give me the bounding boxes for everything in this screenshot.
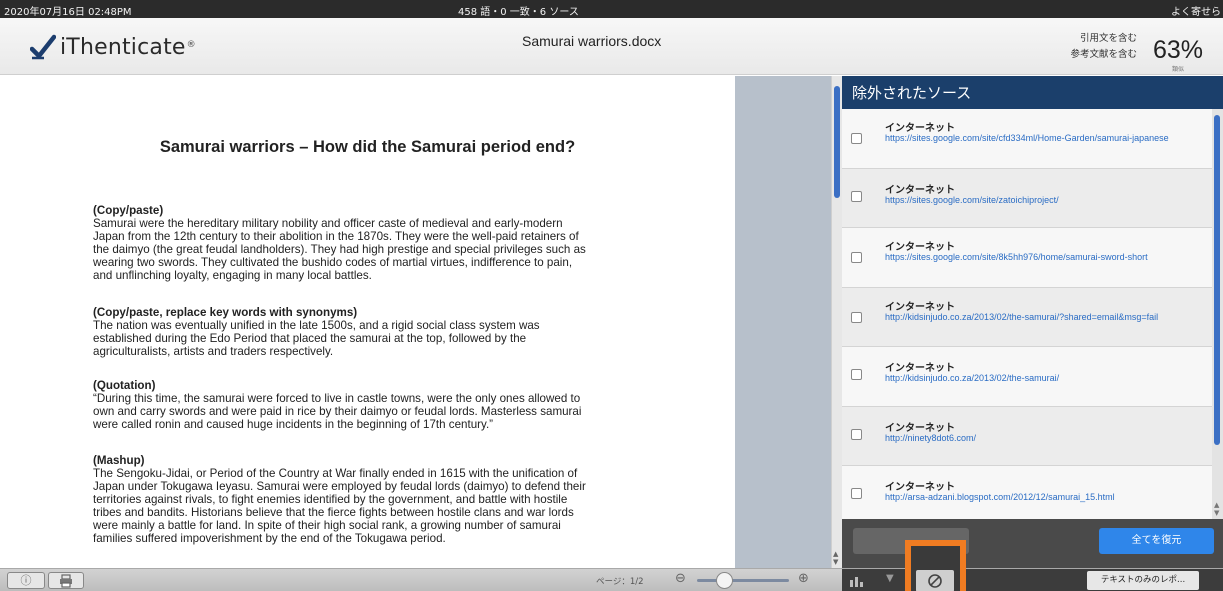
zoom-in-icon[interactable]: ⊕ bbox=[798, 571, 809, 586]
source-item[interactable]: インターネット http://kidsinjudo.co.za/2013/02/t… bbox=[842, 347, 1212, 407]
source-url[interactable]: http://arsa-adzani.blogspot.com/2012/12/… bbox=[885, 491, 1190, 503]
section-line: were called ronin and caused huge incide… bbox=[93, 418, 494, 431]
registered-mark: ® bbox=[186, 40, 196, 50]
timestamp: 2020年07月16日 02:48PM bbox=[4, 7, 132, 18]
source-url[interactable]: https://sites.google.com/site/cfd334ml/H… bbox=[885, 132, 1190, 144]
section-synonyms: (Copy/paste, replace key words with syno… bbox=[93, 306, 653, 358]
section-line: own and carry swords and were paid in ri… bbox=[93, 405, 582, 418]
section-copy-paste: (Copy/paste) Samurai were the hereditary… bbox=[93, 204, 653, 282]
similarity-value: 63% bbox=[1152, 36, 1203, 64]
source-item[interactable]: インターネット https://sites.google.com/site/zat… bbox=[842, 168, 1212, 228]
section-line: Japan from the 12th century to their abo… bbox=[93, 230, 579, 243]
section-title: (Quotation) bbox=[93, 379, 156, 392]
text-only-report-button[interactable]: テキストのみのレポ... bbox=[1087, 571, 1199, 590]
document-scrollbar[interactable]: ▲ ▼ bbox=[831, 76, 842, 568]
source-url[interactable]: https://sites.google.com/site/zatoichipr… bbox=[885, 194, 1190, 206]
section-line: and unflinching loyalty, engaging in man… bbox=[93, 269, 372, 282]
page-gutter bbox=[735, 76, 831, 568]
source-checkbox[interactable] bbox=[851, 428, 862, 440]
similarity-score: 63% 類似 bbox=[1153, 36, 1203, 73]
source-checkbox[interactable] bbox=[851, 190, 862, 202]
section-title: (Copy/paste) bbox=[93, 204, 164, 217]
similarity-label: 類似 bbox=[1171, 66, 1184, 73]
source-checkbox[interactable] bbox=[851, 133, 862, 144]
print-icon bbox=[60, 574, 72, 588]
section-line: Samurai were the hereditary military nob… bbox=[93, 217, 563, 230]
page-indicator: ページ：1/2 bbox=[596, 577, 644, 587]
section-line: the daimyo (the great feudal landholders… bbox=[93, 243, 586, 256]
status-bar: 2020年07月16日 02:48PM 458 語・0 一致・6 ソース よく寄… bbox=[0, 0, 1223, 18]
faq-link[interactable]: よく寄せら bbox=[1171, 3, 1221, 18]
source-item[interactable]: インターネット https://sites.google.com/site/8k5… bbox=[842, 228, 1212, 288]
section-line: wearing two swords. They cultivated the … bbox=[93, 256, 573, 269]
exclude-sources-button[interactable] bbox=[916, 570, 954, 591]
document-summary: 458 語・0 一致・6 ソース bbox=[458, 7, 579, 18]
source-checkbox[interactable] bbox=[851, 311, 862, 323]
exclude-sources-icon bbox=[928, 574, 942, 588]
section-line: established during the Edo Period that p… bbox=[93, 332, 527, 345]
source-url[interactable]: https://sites.google.com/site/8k5hh976/h… bbox=[885, 251, 1190, 263]
filter-settings[interactable]: 引用文を含む 参考文献を含む bbox=[1070, 31, 1137, 63]
filter-icon[interactable]: ▼ bbox=[886, 573, 894, 584]
logo-text: iThenticate bbox=[60, 34, 186, 60]
source-url[interactable]: http://ninety8dot6.com/ bbox=[885, 432, 1190, 444]
section-line: The nation was eventually unified in the… bbox=[93, 319, 540, 332]
info-icon: ⓘ bbox=[20, 574, 32, 587]
restore-all-button[interactable]: 全てを復元 bbox=[1099, 528, 1214, 554]
print-button[interactable] bbox=[48, 572, 84, 589]
source-item[interactable]: インターネット http://arsa-adzani.blogspot.com/2… bbox=[842, 466, 1212, 526]
source-list: インターネット https://sites.google.com/site/cfd… bbox=[842, 109, 1212, 526]
document-scroll-thumb[interactable] bbox=[834, 86, 840, 198]
section-mashup: (Mashup) The Sengoku-Jidai, or Period of… bbox=[93, 454, 653, 545]
panel-scroll-thumb[interactable] bbox=[1214, 115, 1220, 445]
section-title: (Copy/paste, replace key words with syno… bbox=[93, 306, 358, 319]
header: iThenticate ® Samurai warriors.docx 引用文を… bbox=[0, 18, 1223, 75]
include-quotes-label[interactable]: 引用文を含む bbox=[1070, 31, 1137, 47]
zoom-out-icon[interactable]: ⊖ bbox=[675, 571, 686, 586]
scroll-arrows[interactable]: ▲ ▼ bbox=[833, 550, 838, 566]
zoom-slider[interactable] bbox=[697, 579, 789, 582]
panel-scrollbar[interactable]: ▲ ▼ bbox=[1212, 109, 1223, 519]
section-line: Japan under Tokugawa Ieyasu. Samurai wer… bbox=[93, 480, 586, 493]
exclude-sources-tab[interactable] bbox=[905, 540, 966, 591]
include-bibliography-label[interactable]: 参考文献を含む bbox=[1070, 47, 1137, 63]
section-line: agriculturalists, artists and traders re… bbox=[93, 345, 334, 358]
source-item[interactable]: インターネット https://sites.google.com/site/cfd… bbox=[842, 109, 1212, 169]
section-line: families suffered impoverishment by the … bbox=[93, 532, 446, 545]
panel-title: 除外されたソース bbox=[842, 76, 1223, 109]
section-line: were mainly a battle for land. In spite … bbox=[93, 519, 561, 532]
source-url[interactable]: http://kidsinjudo.co.za/2013/02/the-samu… bbox=[885, 311, 1190, 323]
source-item[interactable]: インターネット http://ninety8dot6.com/ bbox=[842, 406, 1212, 466]
bottom-toolbar: ⓘ ページ：1/2 ⊖ ⊕ ▼ テキストのみのレポ... bbox=[0, 540, 1223, 591]
document-title: Samurai warriors.docx bbox=[522, 33, 662, 49]
checkmark-logo-icon bbox=[30, 34, 56, 60]
source-checkbox[interactable] bbox=[851, 369, 862, 380]
source-checkbox[interactable] bbox=[851, 488, 862, 499]
source-item[interactable]: インターネット http://kidsinjudo.co.za/2013/02/t… bbox=[842, 287, 1212, 347]
section-line: The Sengoku-Jidai, or Period of the Coun… bbox=[93, 467, 578, 480]
panel-scroll-arrows[interactable]: ▲ ▼ bbox=[1214, 501, 1219, 517]
chart-icon[interactable] bbox=[850, 574, 866, 587]
source-checkbox[interactable] bbox=[851, 252, 862, 263]
source-url[interactable]: http://kidsinjudo.co.za/2013/02/the-samu… bbox=[885, 372, 1190, 384]
excluded-sources-panel: 除外されたソース インターネット https://sites.google.com… bbox=[842, 76, 1223, 568]
logo: iThenticate ® bbox=[30, 32, 196, 62]
info-button[interactable]: ⓘ bbox=[7, 572, 45, 589]
document-heading: Samurai warriors – How did the Samurai p… bbox=[159, 138, 576, 156]
panel-footer: 全てを復元 bbox=[842, 519, 1223, 568]
document-view: Samurai warriors – How did the Samurai p… bbox=[0, 76, 735, 568]
section-line: “During this time, the samurai were forc… bbox=[93, 392, 581, 405]
zoom-slider-handle[interactable] bbox=[716, 572, 733, 589]
section-title: (Mashup) bbox=[93, 454, 145, 467]
section-line: territories against rivals, to fight ene… bbox=[93, 493, 568, 506]
section-quotation: (Quotation) “During this time, the samur… bbox=[93, 379, 653, 431]
section-line: tribes and bandits. Historians believe t… bbox=[93, 506, 574, 519]
